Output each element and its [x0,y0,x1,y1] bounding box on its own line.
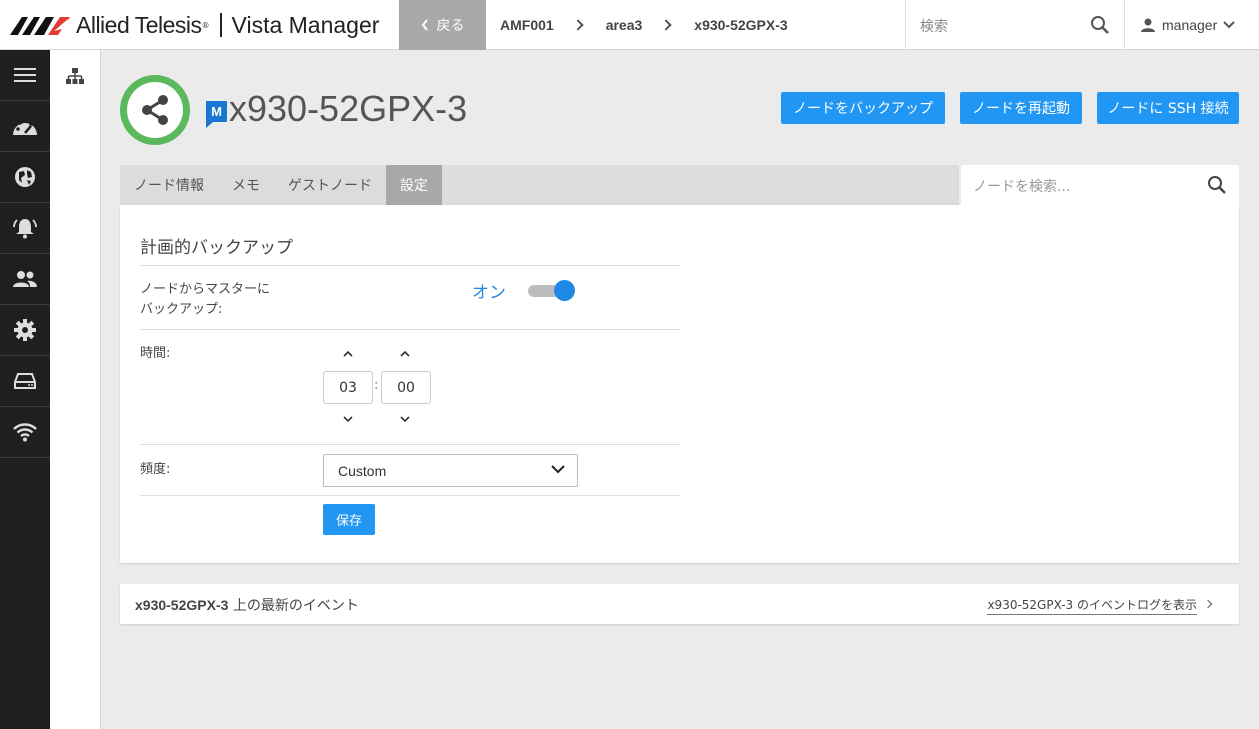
nav-alarms[interactable] [0,203,50,254]
breadcrumb-item-area[interactable]: area3 [606,17,643,33]
chevron-right-icon [572,19,584,31]
node-search-input[interactable]: ノードを検索... [961,165,1239,205]
nav-wireless[interactable] [0,407,50,458]
alarm-bell-icon [13,219,37,239]
time-label: 時間: [140,346,171,361]
global-search-input[interactable]: 検索 [905,0,1125,50]
tab-node-info[interactable]: ノード情報 [120,165,218,205]
nav-network-map[interactable] [0,152,50,203]
minute-decrement[interactable] [398,412,412,426]
hour-increment[interactable] [341,347,355,361]
page-title: x930-52GPX-3 [229,88,468,129]
breadcrumb-item-amf[interactable]: AMF001 [500,17,554,33]
secondary-nav [50,50,101,729]
backup-toggle-knob[interactable] [554,280,575,301]
frequency-select[interactable]: Custom [323,454,578,487]
node-to-master-label-line2: バックアップ: [140,302,223,317]
frequency-label: 頻度: [140,462,171,477]
chevron-down-icon [551,465,565,474]
view-event-log-link[interactable]: x930-52GPX-3 のイベントログを表示 [987,596,1197,615]
network-tree-icon[interactable] [66,68,84,84]
top-bar: Allied Telesis ® Vista Manager 戻る AMF001… [0,0,1259,50]
company-name: Allied Telesis [76,11,202,38]
user-menu[interactable]: manager [1140,0,1235,50]
frequency-value: Custom [338,463,387,479]
dashboard-icon [13,118,37,135]
toggle-state-text: オン [472,283,506,303]
minute-input[interactable]: 00 [381,371,431,404]
nav-dashboard[interactable] [0,101,50,152]
tab-settings[interactable]: 設定 [386,165,442,205]
node-to-master-label: ノードからマスターに バックアップ: [140,280,270,320]
backup-node-button[interactable]: ノードをバックアップ [781,92,945,124]
gear-icon [14,319,36,341]
globe-icon [15,167,35,187]
divider [140,329,680,330]
nav-menu[interactable] [0,50,50,101]
node-tabs: ノード情報 メモ ゲストノード 設定 [120,165,959,205]
reboot-node-button[interactable]: ノードを再起動 [960,92,1082,124]
nav-settings[interactable] [0,305,50,356]
chevron-up-icon [400,351,410,357]
tab-guest-nodes[interactable]: ゲストノード [274,165,386,205]
breadcrumb: AMF001 area3 x930-52GPX-3 [500,0,788,50]
time-separator: : [374,378,379,393]
tab-memo[interactable]: メモ [218,165,274,205]
share-icon [142,95,168,125]
hour-input[interactable]: 03 [323,371,373,404]
nav-storage[interactable] [0,356,50,407]
username-label: manager [1162,17,1218,33]
back-button[interactable]: 戻る [399,0,486,50]
master-badge: M [206,101,227,128]
divider [140,265,680,266]
chevron-right-icon [660,19,672,31]
search-icon[interactable] [1207,175,1227,195]
users-icon [13,271,37,287]
settings-panel: 計画的バックアップ ノードからマスターに バックアップ: オン 時間: 03 :… [120,205,1239,563]
divider [140,444,680,445]
section-title: 計画的バックアップ [140,238,293,258]
wifi-icon [13,423,37,442]
chevron-down-icon [1223,21,1235,29]
chevron-up-icon [343,351,353,357]
node-to-master-label-line1: ノードからマスターに [140,282,271,297]
breadcrumb-item-node[interactable]: x930-52GPX-3 [694,17,787,33]
minute-increment[interactable] [398,347,412,361]
ssh-node-button[interactable]: ノードに SSH 接続 [1097,92,1239,124]
storage-icon [14,373,36,389]
product-name: Vista Manager [231,11,380,38]
divider [140,495,680,496]
registered-mark: ® [201,20,210,30]
brand-logo[interactable]: Allied Telesis ® Vista Manager [10,12,379,38]
save-button[interactable]: 保存 [323,504,375,535]
menu-icon [14,68,36,82]
user-icon [1141,18,1155,32]
events-title: x930-52GPX-3 上の最新のイベント [135,595,359,615]
search-icon[interactable] [1090,15,1110,35]
logo-divider [219,13,222,37]
recent-events-panel: x930-52GPX-3 上の最新のイベント x930-52GPX-3 のイベン… [120,584,1239,624]
nav-users[interactable] [0,254,50,305]
allied-telesis-logo-icon [10,17,70,35]
chevron-right-icon[interactable] [1203,599,1213,609]
hour-decrement[interactable] [341,412,355,426]
events-title-suffix: 上の最新のイベント [228,598,359,614]
node-status-icon [120,75,190,145]
chevron-down-icon [400,416,410,422]
chevron-left-icon [421,19,428,31]
search-placeholder: 検索 [920,19,948,35]
back-button-label: 戻る [436,18,465,34]
chevron-down-icon [343,416,353,422]
events-title-node: x930-52GPX-3 [135,597,229,613]
node-search-placeholder: ノードを検索... [973,179,1071,195]
side-nav [0,50,50,729]
